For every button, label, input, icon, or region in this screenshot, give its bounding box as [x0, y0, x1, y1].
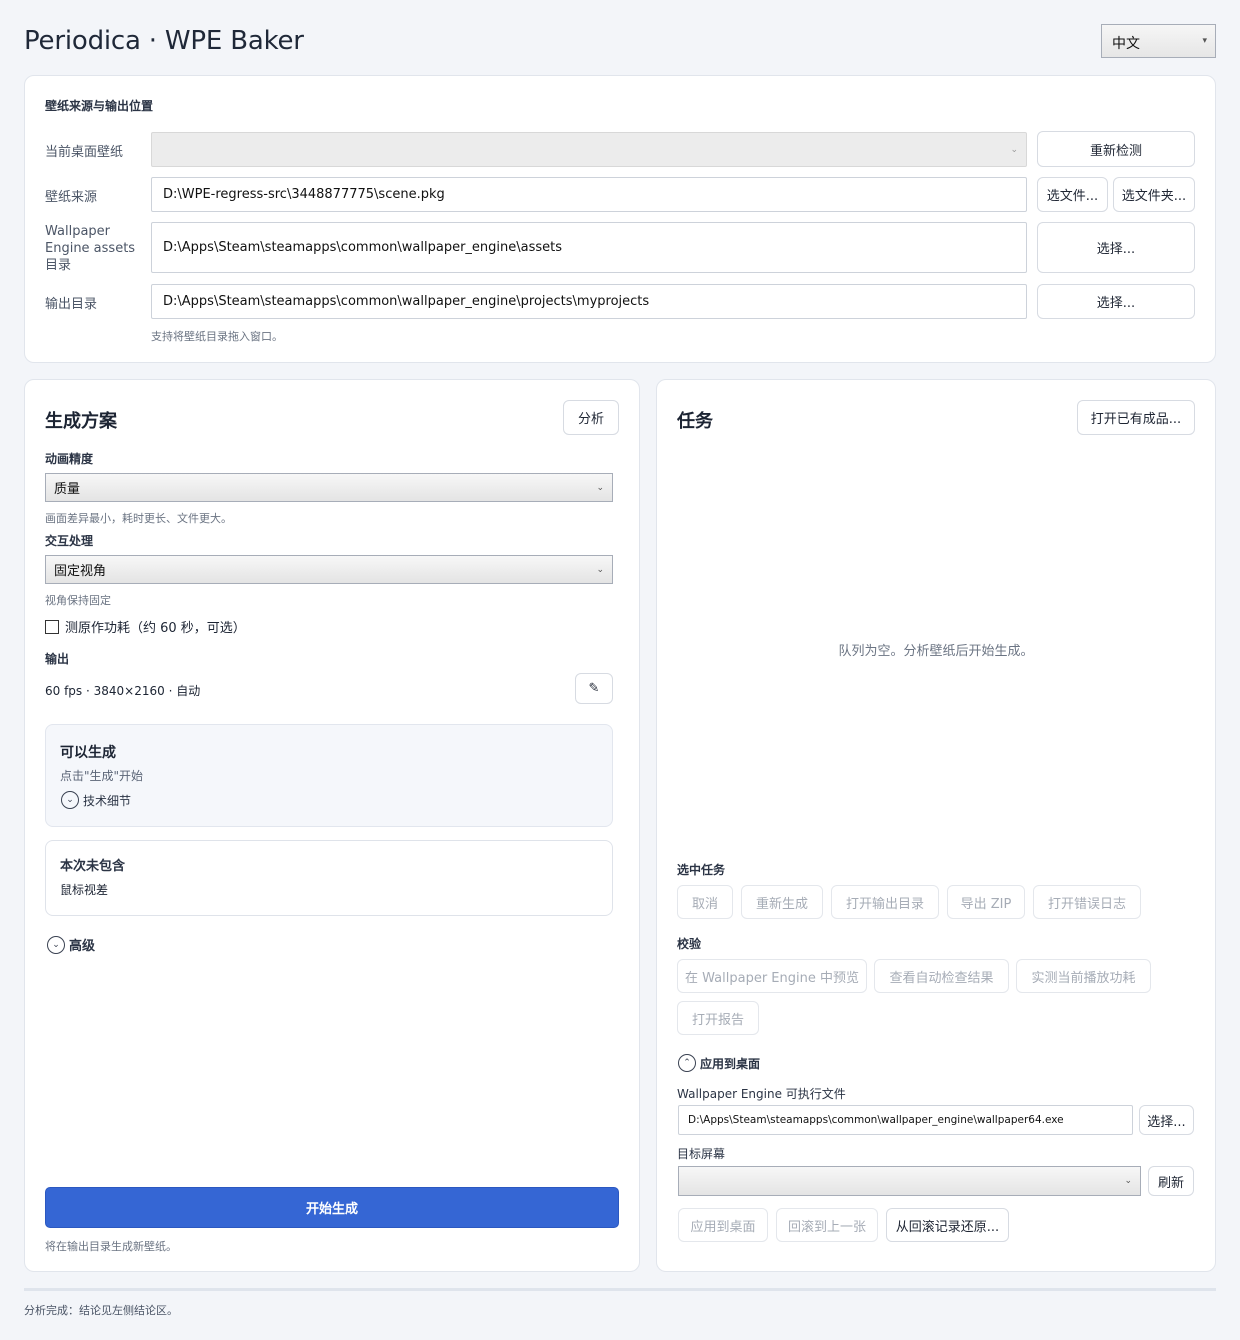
- redetect-button[interactable]: 重新检测: [1037, 131, 1195, 167]
- verify-label: 校验: [677, 937, 702, 951]
- current-wallpaper-select[interactable]: ⌄: [151, 132, 1027, 167]
- excluded-title: 本次未包含: [60, 859, 126, 874]
- power-checkbox-label: 测原作功耗（约 60 秒，可选）: [65, 621, 246, 636]
- view-auto-check-button[interactable]: 查看自动检查结果: [874, 959, 1009, 993]
- pencil-icon: ✎: [588, 681, 600, 696]
- choose-file-button[interactable]: 选文件...: [1037, 177, 1108, 212]
- exe-path-input[interactable]: D:\Apps\Steam\steamapps\common\wallpaper…: [678, 1105, 1133, 1135]
- current-wallpaper-label: 当前桌面壁纸: [45, 145, 124, 160]
- preview-in-wpe-button[interactable]: 在 Wallpaper Engine 中预览: [677, 959, 867, 993]
- output-choose-button[interactable]: 选择...: [1037, 284, 1195, 319]
- source-label: 壁纸来源: [45, 190, 98, 205]
- exe-label: Wallpaper Engine 可执行文件: [677, 1087, 846, 1101]
- start-generate-button[interactable]: 开始生成: [45, 1187, 619, 1228]
- chevron-down-icon: ⌄: [596, 482, 604, 493]
- export-zip-button[interactable]: 导出 ZIP: [947, 885, 1025, 919]
- open-error-log-button[interactable]: 打开错误日志: [1033, 885, 1141, 919]
- measure-power-button[interactable]: 实测当前播放功耗: [1016, 959, 1151, 993]
- exe-choose-button[interactable]: 选择...: [1139, 1105, 1194, 1135]
- target-screen-select[interactable]: ⌄: [678, 1166, 1141, 1196]
- status-bar-text: 分析完成：结论见左侧结论区。: [24, 1304, 178, 1317]
- power-checkbox[interactable]: [45, 619, 59, 634]
- excluded-item: 鼠标视差: [60, 883, 109, 897]
- status-subtitle: 点击"生成"开始: [60, 769, 144, 783]
- source-path-input[interactable]: D:\WPE-regress-src\3448877775\scene.pkg: [151, 177, 1027, 212]
- drag-hint: 支持将壁纸目录拖入窗口。: [151, 330, 283, 343]
- open-output-dir-button[interactable]: 打开输出目录: [831, 885, 939, 919]
- apply-toggle[interactable]: ⌃ 应用到桌面: [678, 1054, 760, 1072]
- interaction-hint: 视角保持固定: [45, 594, 111, 607]
- output-label: 输出: [45, 652, 70, 666]
- chevron-down-icon: ⌄: [596, 564, 604, 575]
- screen-label: 目标屏幕: [677, 1147, 726, 1161]
- output-summary: 60 fps · 3840×2160 · 自动: [45, 684, 201, 698]
- status-title: 可以生成: [60, 745, 116, 761]
- status-bar-divider: [24, 1288, 1216, 1291]
- start-hint: 将在输出目录生成新壁纸。: [45, 1240, 177, 1253]
- apply-desktop-button[interactable]: 应用到桌面: [678, 1208, 768, 1242]
- language-value: 中文: [1112, 36, 1140, 52]
- choose-folder-button[interactable]: 选文件夹...: [1113, 177, 1195, 212]
- assets-choose-button[interactable]: 选择...: [1037, 222, 1195, 273]
- interaction-label: 交互处理: [45, 534, 94, 548]
- open-existing-button[interactable]: 打开已有成品...: [1077, 400, 1195, 435]
- chevron-down-icon: ▾: [1202, 36, 1207, 46]
- excluded-panel: [45, 840, 613, 916]
- precision-label: 动画精度: [45, 452, 94, 466]
- chevron-down-icon: ⌄: [1124, 1176, 1132, 1186]
- open-report-button[interactable]: 打开报告: [677, 1001, 759, 1035]
- rollback-button[interactable]: 回滚到上一张: [776, 1208, 878, 1242]
- refresh-screens-button[interactable]: 刷新: [1148, 1166, 1194, 1196]
- language-select[interactable]: 中文 ▾: [1101, 24, 1216, 58]
- analyze-button[interactable]: 分析: [563, 400, 619, 435]
- app-title: Periodica · WPE Baker: [24, 26, 304, 56]
- queue-empty-text: 队列为空。分析壁纸后开始生成。: [838, 644, 1034, 659]
- chevron-down-circle-icon: ⌄: [47, 935, 65, 954]
- plan-title: 生成方案: [45, 411, 117, 432]
- tasks-card: [656, 379, 1216, 1272]
- tasks-title: 任务: [677, 411, 713, 432]
- chevron-down-icon: ⌄: [1010, 144, 1018, 155]
- details-toggle[interactable]: ⌄ 技术细节: [61, 791, 131, 809]
- source-card: [24, 75, 1216, 363]
- restore-from-rollback-button[interactable]: 从回滚记录还原...: [886, 1208, 1009, 1242]
- interaction-select[interactable]: 固定视角 ⌄: [45, 555, 613, 584]
- cancel-task-button[interactable]: 取消: [677, 885, 733, 919]
- assets-label: Wallpaper Engine assets 目录: [45, 224, 136, 273]
- assets-path-input[interactable]: D:\Apps\Steam\steamapps\common\wallpaper…: [151, 222, 1027, 273]
- output-dir-input[interactable]: D:\Apps\Steam\steamapps\common\wallpaper…: [151, 284, 1027, 319]
- precision-select[interactable]: 质量 ⌄: [45, 473, 613, 502]
- source-section-title: 壁纸来源与输出位置: [45, 99, 154, 113]
- precision-hint: 画面差异最小，耗时更长、文件更大。: [45, 512, 232, 525]
- advanced-toggle[interactable]: ⌄ 高级: [47, 935, 95, 954]
- chevron-up-circle-icon: ⌃: [678, 1054, 696, 1072]
- regenerate-button[interactable]: 重新生成: [741, 885, 823, 919]
- chevron-down-circle-icon: ⌄: [61, 791, 79, 809]
- power-checkbox-row[interactable]: 测原作功耗（约 60 秒，可选）: [45, 617, 246, 636]
- output-dir-label: 输出目录: [45, 297, 98, 312]
- selected-task-label: 选中任务: [677, 863, 726, 877]
- edit-output-button[interactable]: ✎: [575, 673, 613, 704]
